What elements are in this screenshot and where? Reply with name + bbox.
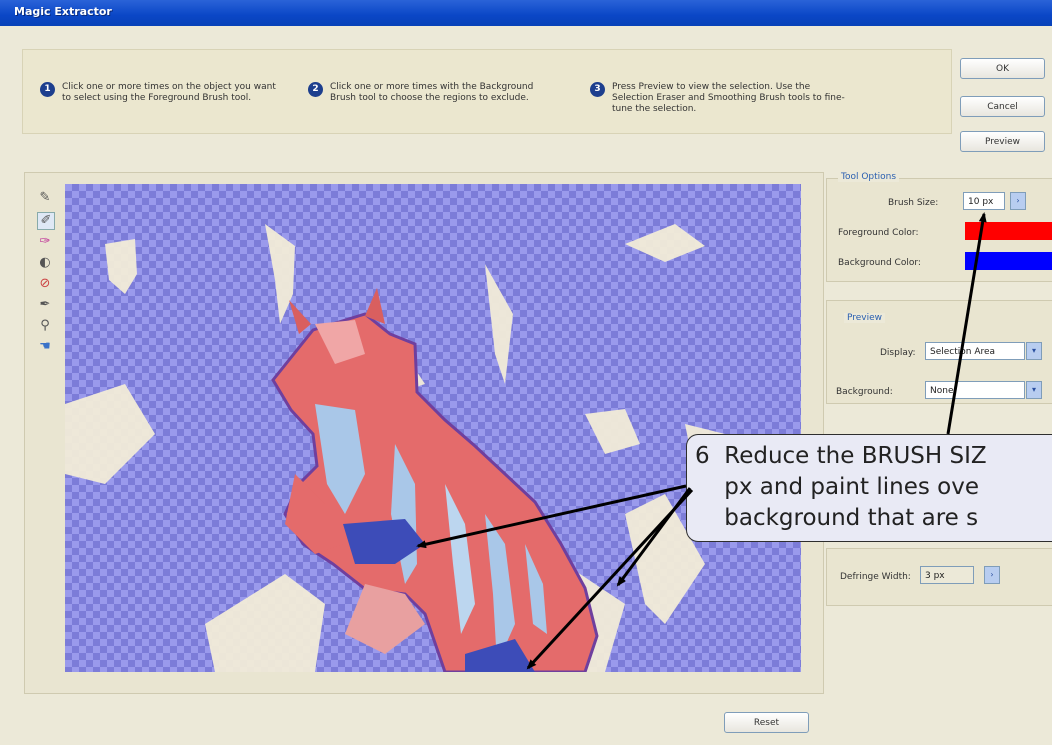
arrow-to-brush-size (946, 212, 987, 435)
callout-arrows (416, 212, 987, 670)
arrow-to-cat-left (416, 484, 687, 549)
